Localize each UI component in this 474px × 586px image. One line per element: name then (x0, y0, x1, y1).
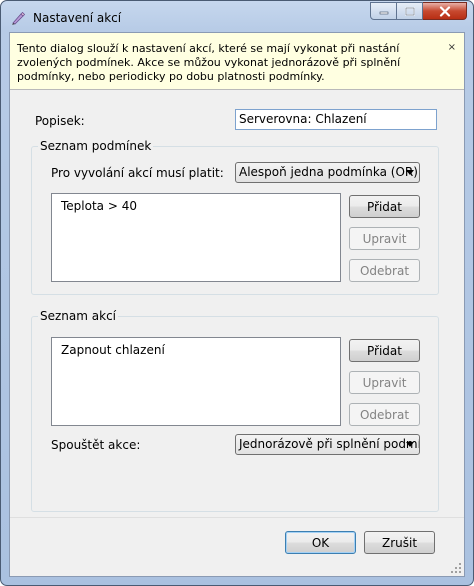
chevron-down-icon (406, 442, 414, 447)
list-item[interactable]: Teplota > 40 (61, 199, 137, 213)
trigger-label: Spouštět akce: (51, 438, 141, 452)
conditions-group-title: Seznam podmínek (38, 139, 154, 153)
condition-mode-value: Alespoň jedna podmínka (OR) (239, 165, 418, 179)
dialog-client-area: Tento dialog slouží k nastavení akcí, kt… (9, 32, 465, 577)
actions-list[interactable]: Zapnout chlazení (51, 337, 341, 426)
description-label: Popisek: (35, 114, 85, 128)
dialog-window: Nastavení akcí Tento dialog slouží k nas… (0, 0, 474, 586)
condition-mode-select[interactable]: Alespoň jedna podmínka (OR) (235, 162, 420, 183)
delete-action-button[interactable]: Odebrat (349, 403, 420, 426)
minimize-icon (379, 11, 388, 15)
window-title: Nastavení akcí (33, 11, 122, 25)
cancel-button[interactable]: Zrušit (364, 531, 435, 554)
add-condition-button[interactable]: Přidat (349, 195, 420, 218)
add-action-button[interactable]: Přidat (349, 339, 420, 362)
edit-condition-button[interactable]: Upravit (349, 227, 420, 250)
maximize-button[interactable] (397, 2, 423, 20)
pencil-icon (12, 11, 26, 25)
info-close-icon[interactable]: × (448, 41, 456, 55)
trigger-value: Jednorázově při splnění podmínky (239, 437, 419, 451)
title-bar[interactable]: Nastavení akcí (1, 1, 473, 33)
close-button[interactable] (423, 2, 467, 20)
caption-buttons (370, 2, 467, 22)
delete-condition-button[interactable]: Odebrat (349, 259, 420, 282)
list-item[interactable]: Zapnout chlazení (61, 343, 165, 357)
actions-group-title: Seznam akcí (38, 309, 118, 323)
close-icon (439, 5, 450, 17)
minimize-button[interactable] (370, 2, 397, 20)
edit-action-button[interactable]: Upravit (349, 371, 420, 394)
info-panel: Tento dialog slouží k nastavení akcí, kt… (10, 33, 464, 90)
conditions-list[interactable]: Teplota > 40 (51, 193, 341, 282)
description-input[interactable]: Serverovna: Chlazení (235, 109, 437, 130)
ok-button[interactable]: OK (285, 531, 356, 554)
info-text: Tento dialog slouží k nastavení akcí, kt… (17, 42, 401, 83)
resize-grip-icon[interactable] (450, 562, 462, 574)
chevron-down-icon (406, 170, 414, 175)
condition-mode-label: Pro vyvolání akcí musí platit: (51, 166, 224, 180)
trigger-select[interactable]: Jednorázově při splnění podmínky (235, 434, 420, 455)
maximize-icon (404, 6, 415, 16)
